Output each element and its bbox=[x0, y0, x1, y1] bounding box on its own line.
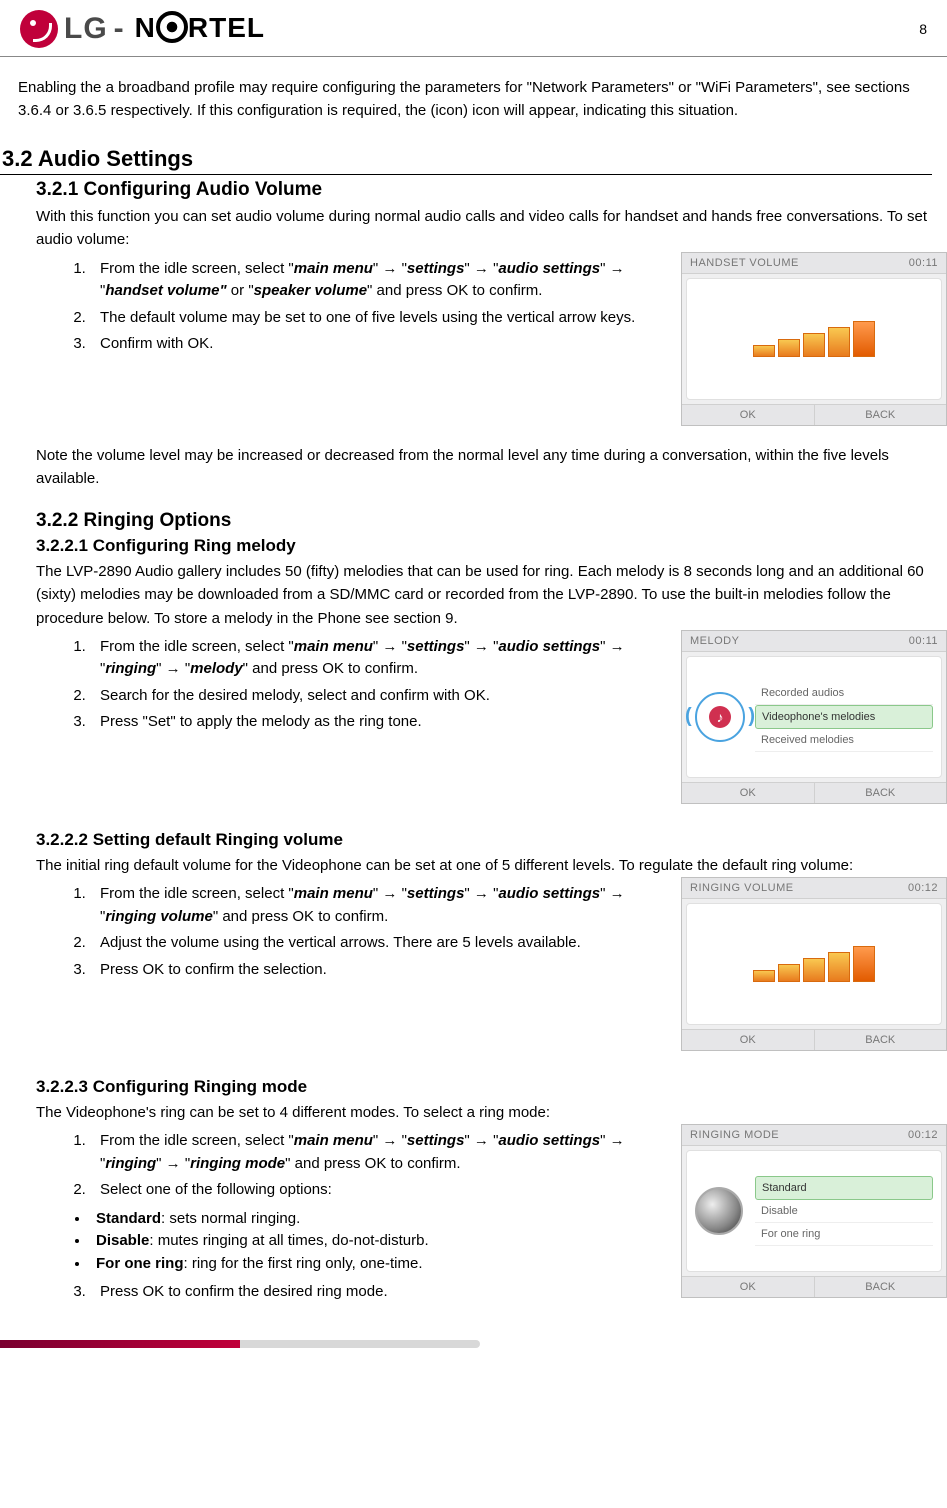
fig4-title: RINGING MODE bbox=[690, 1129, 779, 1141]
s3222-intro: The initial ring default volume for the … bbox=[36, 854, 947, 877]
heading-3-2-2-2: 3.2.2.2 Setting default Ringing volume bbox=[36, 830, 947, 850]
s3223-step2: Select one of the following options: bbox=[90, 1179, 669, 1202]
melody-options: Recorded audios Videophone's melodies Re… bbox=[755, 682, 933, 752]
heading-3-2-2-1: 3.2.2.1 Configuring Ring melody bbox=[36, 536, 947, 556]
fig1-title: HANDSET VOLUME bbox=[690, 257, 799, 269]
mel-opt2: Videophone's melodies bbox=[755, 705, 933, 729]
fig3-time: 00:12 bbox=[908, 882, 938, 894]
figure-ringing-mode: RINGING MODE 00:12 Standard Disable For … bbox=[681, 1124, 947, 1298]
footer-decorative-bar bbox=[0, 1340, 480, 1348]
heading-3-2-2-3: 3.2.2.3 Configuring Ringing mode bbox=[36, 1077, 947, 1097]
fig4-ok: OK bbox=[682, 1277, 814, 1297]
brand-n: N bbox=[135, 12, 156, 43]
s3221-step1: From the idle screen, select "main menu"… bbox=[90, 636, 669, 681]
music-note-icon: ♪ bbox=[709, 706, 731, 728]
mel-opt1: Recorded audios bbox=[755, 682, 933, 705]
speaker-lens-icon bbox=[695, 1187, 743, 1235]
mode-options: Standard Disable For one ring bbox=[755, 1176, 933, 1246]
fig2-ok: OK bbox=[682, 783, 814, 803]
intro-paragraph: Enabling the a broadband profile may req… bbox=[18, 77, 947, 122]
lg-logo-icon bbox=[20, 10, 58, 48]
fig3-title: RINGING VOLUME bbox=[690, 882, 794, 894]
mode-opt3: For one ring bbox=[755, 1223, 933, 1246]
s3223-bullet1: Standard: sets normal ringing. bbox=[90, 1208, 669, 1231]
mel-opt3: Received melodies bbox=[755, 729, 933, 752]
figure-ringing-volume: RINGING VOLUME 00:12 OK BACK bbox=[681, 877, 947, 1051]
s3223-bullet3: For one ring: ring for the first ring on… bbox=[90, 1253, 669, 1276]
brand-rtel: RTEL bbox=[188, 12, 265, 43]
fig1-ok: OK bbox=[682, 405, 814, 425]
fig3-ok: OK bbox=[682, 1030, 814, 1050]
fig4-time: 00:12 bbox=[908, 1129, 938, 1141]
heading-3-2-1: 3.2.1 Configuring Audio Volume bbox=[36, 179, 947, 201]
heading-3-2-2: 3.2.2 Ringing Options bbox=[36, 510, 947, 532]
s321-intro: With this function you can set audio vol… bbox=[36, 208, 927, 248]
s321-step3: Confirm with OK. bbox=[90, 333, 669, 356]
s3223-step3: Press OK to confirm the desired ring mod… bbox=[90, 1281, 669, 1304]
fig3-back: BACK bbox=[814, 1030, 947, 1050]
fig4-back: BACK bbox=[814, 1277, 947, 1297]
brand-dash: - bbox=[114, 12, 125, 46]
s3221-intro: The LVP-2890 Audio gallery includes 50 (… bbox=[36, 560, 947, 630]
figure-melody: MELODY 00:11 ♪ Recorded audios Videophon… bbox=[681, 630, 947, 804]
s3223-step1: From the idle screen, select "main menu"… bbox=[90, 1130, 669, 1175]
brand-logo: LG - N RTEL bbox=[20, 10, 265, 48]
s321-step2: The default volume may be set to one of … bbox=[90, 307, 669, 330]
brand-nortel: N RTEL bbox=[135, 12, 265, 46]
melody-speaker-icon: ♪ bbox=[695, 692, 745, 742]
nortel-globe-icon bbox=[156, 11, 188, 43]
fig2-time: 00:11 bbox=[909, 635, 938, 647]
mode-opt2: Disable bbox=[755, 1200, 933, 1223]
volume-bars-icon bbox=[753, 321, 875, 357]
fig1-back: BACK bbox=[814, 405, 947, 425]
figure-handset-volume: HANDSET VOLUME 00:11 OK BACK bbox=[681, 252, 947, 426]
fig1-time: 00:11 bbox=[909, 257, 938, 269]
s3223-bullet2: Disable: mutes ringing at all times, do-… bbox=[90, 1230, 669, 1253]
page-header: LG - N RTEL 8 bbox=[0, 10, 947, 56]
s321-step1: From the idle screen, select "main menu"… bbox=[90, 258, 669, 303]
s321-note: Note the volume level may be increased o… bbox=[36, 444, 947, 491]
fig2-title: MELODY bbox=[690, 635, 739, 647]
mode-opt1: Standard bbox=[755, 1176, 933, 1200]
s3223-intro: The Videophone's ring can be set to 4 di… bbox=[36, 1101, 947, 1124]
s3221-step2: Search for the desired melody, select an… bbox=[90, 685, 669, 708]
s3222-step2: Adjust the volume using the vertical arr… bbox=[90, 932, 669, 955]
brand-lg: LG bbox=[64, 12, 108, 46]
s3221-step3: Press "Set" to apply the melody as the r… bbox=[90, 711, 669, 734]
page-number: 8 bbox=[919, 21, 927, 37]
fig2-back: BACK bbox=[814, 783, 947, 803]
s3222-step3: Press OK to confirm the selection. bbox=[90, 959, 669, 982]
s3222-step1: From the idle screen, select "main menu"… bbox=[90, 883, 669, 928]
heading-3-2: 3.2 Audio Settings bbox=[0, 146, 932, 175]
header-rule bbox=[0, 56, 947, 57]
volume-bars-icon bbox=[753, 946, 875, 982]
